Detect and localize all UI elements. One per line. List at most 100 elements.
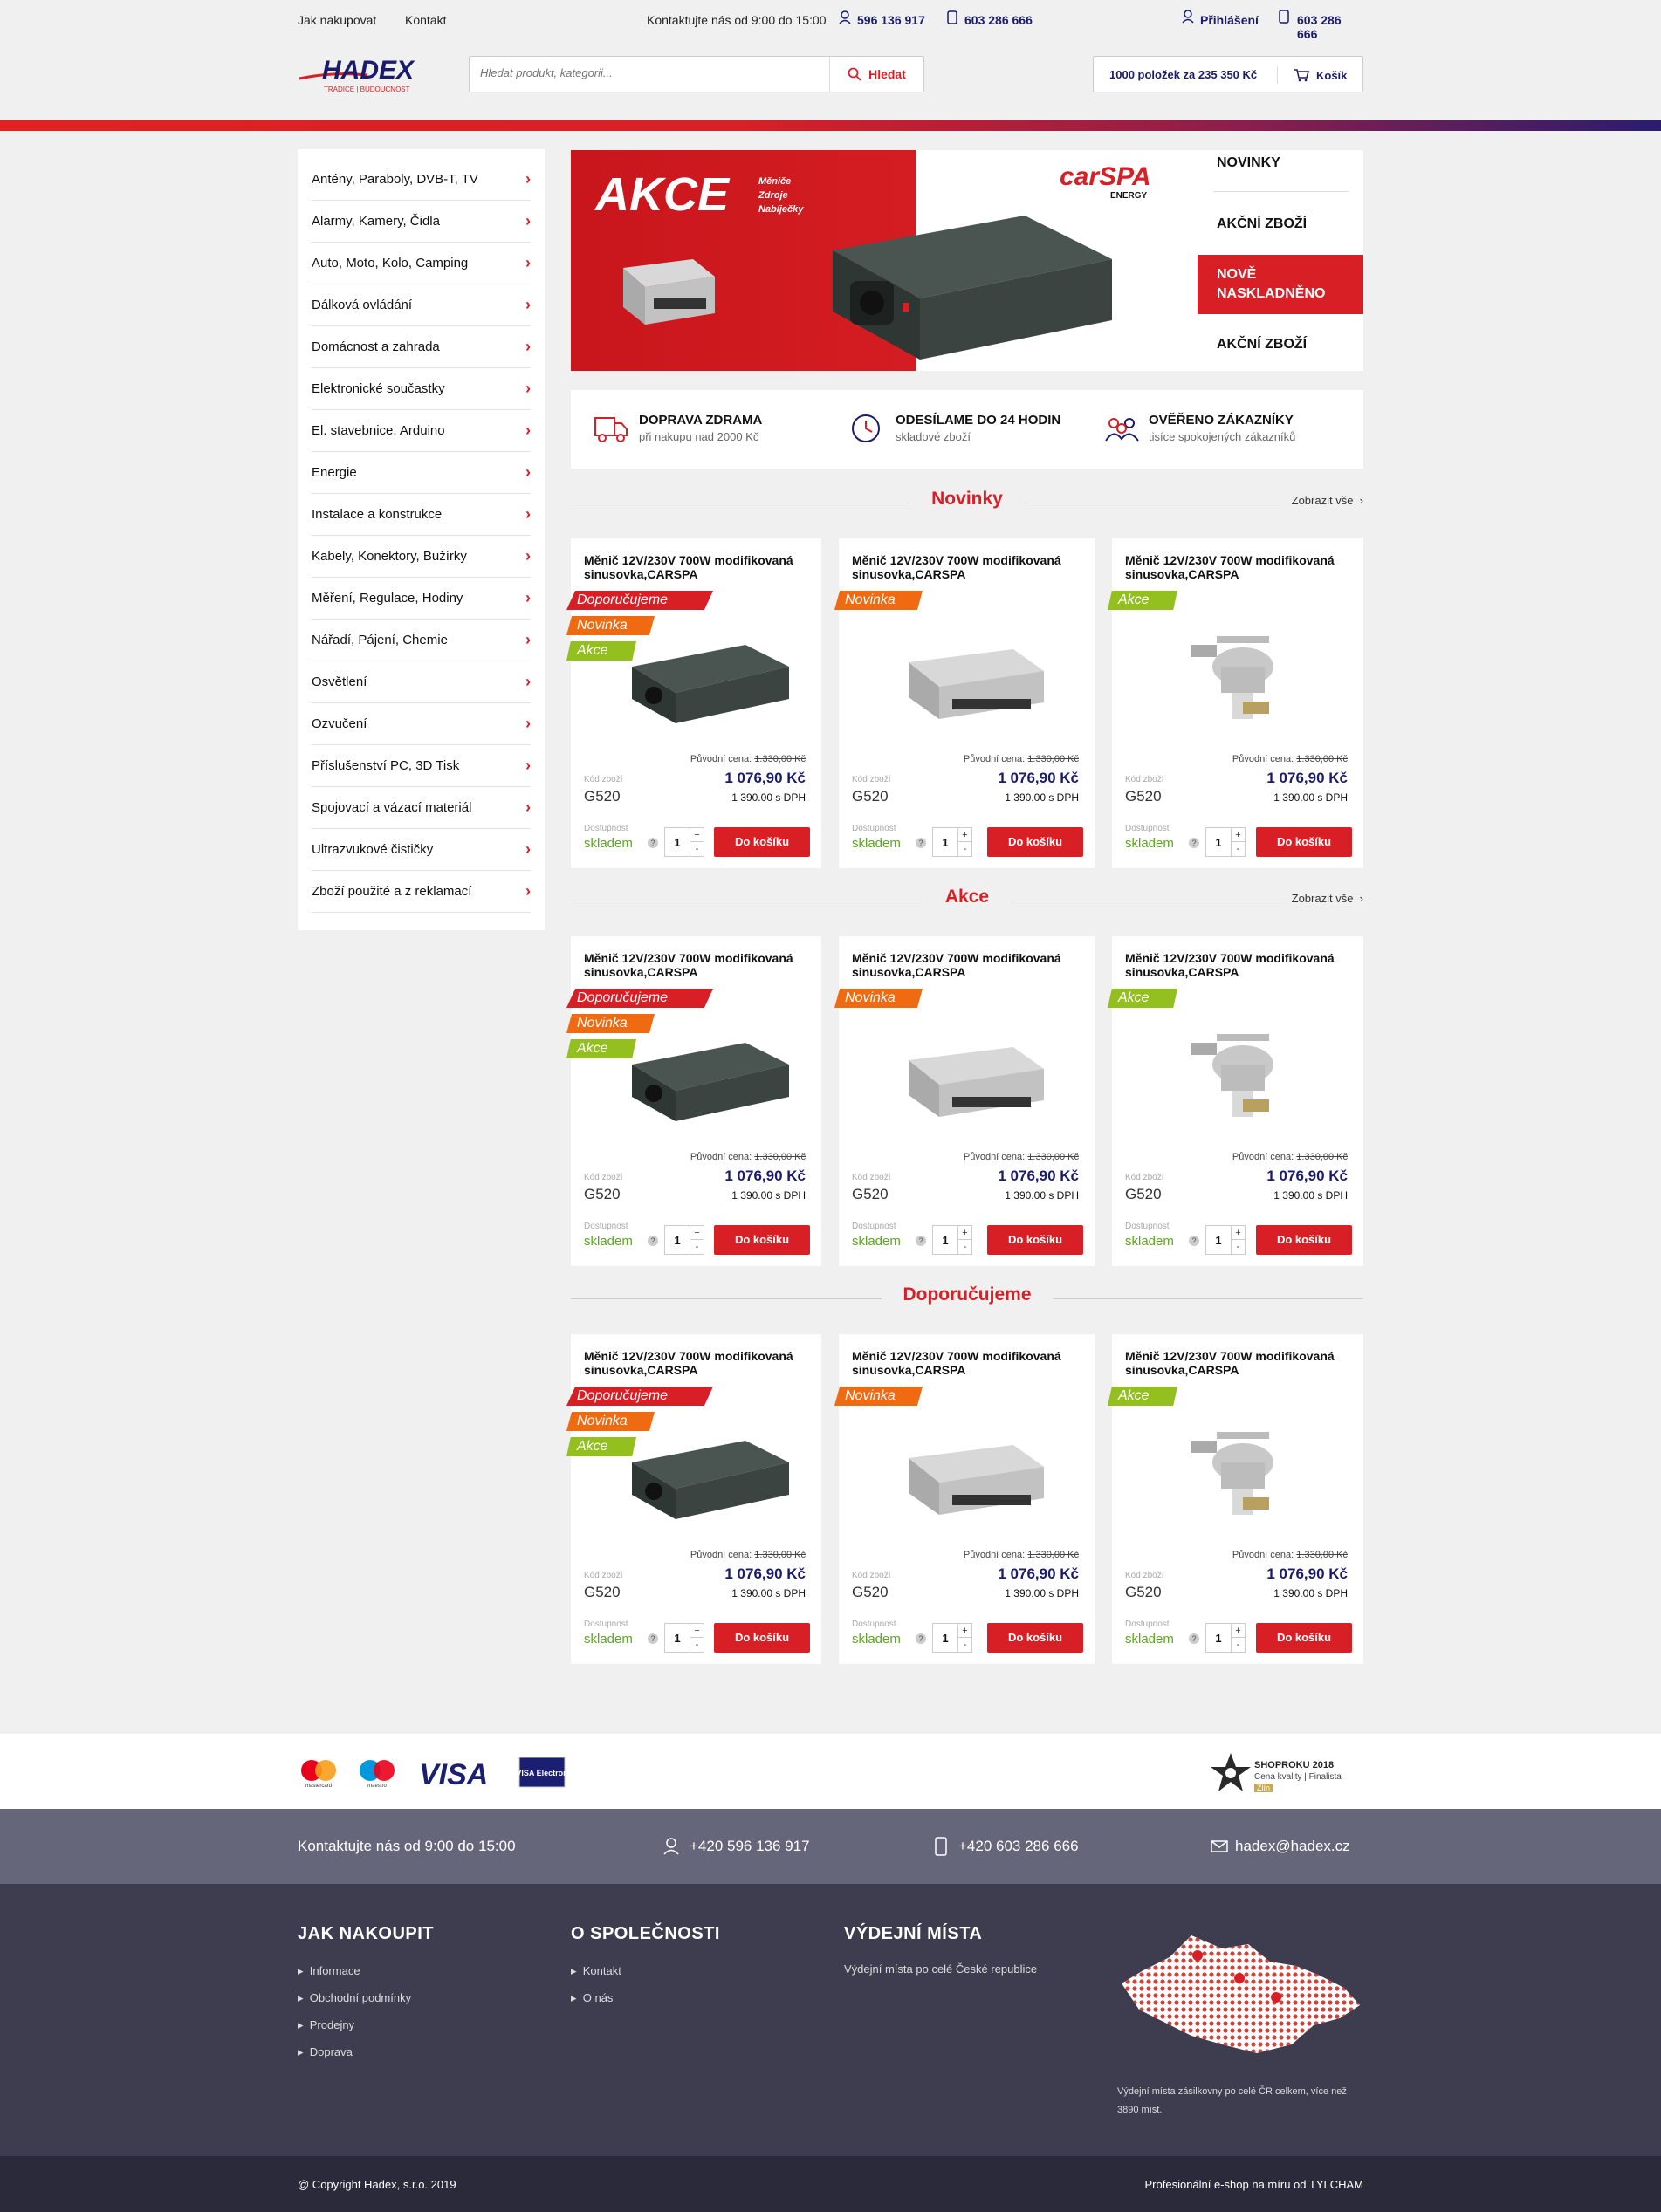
add-to-cart-button[interactable]: Do košíku xyxy=(714,1623,810,1653)
quantity-stepper[interactable]: 1 + - xyxy=(664,827,704,857)
product-name[interactable]: Měnič 12V/230V 700W modifikovaná sinusov… xyxy=(1125,1349,1352,1377)
help-icon[interactable]: ? xyxy=(1189,838,1199,848)
quantity-value[interactable]: 1 xyxy=(933,1632,957,1645)
product-card[interactable]: Měnič 12V/230V 700W modifikovaná sinusov… xyxy=(566,538,821,868)
sidebar-item[interactable]: Dálková ovládání › xyxy=(312,284,531,326)
quantity-stepper[interactable]: 1 + - xyxy=(932,827,972,857)
sidebar-item[interactable]: Alarmy, Kamery, Čidla › xyxy=(312,201,531,243)
footer-link[interactable]: ▸ Doprava xyxy=(298,2045,353,2059)
increment-button[interactable]: + xyxy=(1231,1624,1245,1638)
product-card[interactable]: Měnič 12V/230V 700W modifikovaná sinusov… xyxy=(566,1334,821,1664)
phone-3[interactable]: 603 286 666 xyxy=(1297,13,1363,41)
add-to-cart-button[interactable]: Do košíku xyxy=(987,1225,1083,1255)
czech-map[interactable] xyxy=(1117,1922,1363,2062)
product-image[interactable] xyxy=(1156,1017,1330,1126)
add-to-cart-button[interactable]: Do košíku xyxy=(987,827,1083,857)
show-all-link[interactable]: Zobrazit vše › xyxy=(1284,494,1363,507)
sidebar-item[interactable]: El. stavebnice, Arduino › xyxy=(312,410,531,452)
decrement-button[interactable]: - xyxy=(1231,1638,1245,1652)
quantity-stepper[interactable]: 1 + - xyxy=(664,1623,704,1653)
add-to-cart-button[interactable]: Do košíku xyxy=(1256,827,1352,857)
sidebar-item[interactable]: Spojovací a vázací materiál › xyxy=(312,787,531,829)
login-link[interactable]: Přihlášení xyxy=(1200,13,1259,27)
help-icon[interactable]: ? xyxy=(648,838,658,848)
product-name[interactable]: Měnič 12V/230V 700W modifikovaná sinusov… xyxy=(852,951,1079,979)
banner-nav-item[interactable]: AKČNÍ ZBOŽÍ xyxy=(1217,216,1307,232)
product-image[interactable] xyxy=(882,1414,1057,1524)
quantity-value[interactable]: 1 xyxy=(665,1632,690,1645)
help-icon[interactable]: ? xyxy=(648,1633,658,1644)
credit-link[interactable]: Profesionální e-shop na míru od TYLCHAM xyxy=(1145,2178,1364,2191)
sidebar-item[interactable]: Instalace a konstrukce › xyxy=(312,494,531,536)
help-icon[interactable]: ? xyxy=(648,1236,658,1246)
product-name[interactable]: Měnič 12V/230V 700W modifikovaná sinusov… xyxy=(852,553,1079,581)
quantity-stepper[interactable]: 1 + - xyxy=(932,1225,972,1255)
product-image[interactable] xyxy=(614,619,789,728)
sidebar-item[interactable]: Domácnost a zahrada › xyxy=(312,326,531,368)
quantity-stepper[interactable]: 1 + - xyxy=(1205,827,1246,857)
link-how-to-buy[interactable]: Jak nakupovat xyxy=(298,13,376,27)
decrement-button[interactable]: - xyxy=(957,1240,971,1254)
search-button[interactable]: Hledat xyxy=(829,57,923,92)
decrement-button[interactable]: - xyxy=(690,1638,704,1652)
decrement-button[interactable]: - xyxy=(690,1240,704,1254)
increment-button[interactable]: + xyxy=(957,1226,971,1240)
product-card[interactable]: Měnič 12V/230V 700W modifikovaná sinusov… xyxy=(834,538,1095,868)
banner-nav-item[interactable]: NOVĚ NASKLADNĚNO xyxy=(1217,265,1339,304)
phone-2[interactable]: 603 286 666 xyxy=(964,13,1033,27)
product-image[interactable] xyxy=(882,619,1057,728)
product-image[interactable] xyxy=(614,1414,789,1524)
contact-phone-2[interactable]: +420 603 286 666 xyxy=(958,1838,1079,1855)
product-card[interactable]: Měnič 12V/230V 700W modifikovaná sinusov… xyxy=(566,936,821,1266)
sidebar-item[interactable]: Nářadí, Pájení, Chemie › xyxy=(312,620,531,661)
increment-button[interactable]: + xyxy=(1231,1226,1245,1240)
product-card[interactable]: Měnič 12V/230V 700W modifikovaná sinusov… xyxy=(1108,936,1363,1266)
sidebar-item[interactable]: Antény, Paraboly, DVB-T, TV › xyxy=(312,159,531,201)
phone-1[interactable]: 596 136 917 xyxy=(857,13,925,27)
quantity-value[interactable]: 1 xyxy=(665,1234,690,1247)
product-image[interactable] xyxy=(1156,1414,1330,1524)
increment-button[interactable]: + xyxy=(690,828,704,842)
sidebar-item[interactable]: Zboží použité a z reklamací › xyxy=(312,871,531,913)
help-icon[interactable]: ? xyxy=(916,1236,926,1246)
increment-button[interactable]: + xyxy=(690,1624,704,1638)
footer-link[interactable]: ▸ Informace xyxy=(298,1964,360,1978)
cart-link[interactable]: Košík xyxy=(1277,66,1347,84)
product-image[interactable] xyxy=(882,1017,1057,1126)
product-name[interactable]: Měnič 12V/230V 700W modifikovaná sinusov… xyxy=(1125,553,1352,581)
add-to-cart-button[interactable]: Do košíku xyxy=(714,1225,810,1255)
add-to-cart-button[interactable]: Do košíku xyxy=(714,827,810,857)
product-image[interactable] xyxy=(1156,619,1330,728)
quantity-value[interactable]: 1 xyxy=(933,836,957,849)
sidebar-item[interactable]: Osvětlení › xyxy=(312,661,531,703)
increment-button[interactable]: + xyxy=(957,828,971,842)
quantity-value[interactable]: 1 xyxy=(1206,836,1231,849)
promo-banner[interactable]: AKCE Měniče Zdroje Nabíječky carSPA ENERGY xyxy=(571,150,1198,371)
sidebar-item[interactable]: Měření, Regulace, Hodiny › xyxy=(312,578,531,620)
quantity-stepper[interactable]: 1 + - xyxy=(664,1225,704,1255)
sidebar-item[interactable]: Energie › xyxy=(312,452,531,494)
show-all-link[interactable]: Zobrazit vše › xyxy=(1284,892,1363,905)
add-to-cart-button[interactable]: Do košíku xyxy=(1256,1623,1352,1653)
banner-nav-item[interactable]: AKČNÍ ZBOŽÍ xyxy=(1217,337,1307,353)
product-name[interactable]: Měnič 12V/230V 700W modifikovaná sinusov… xyxy=(1125,951,1352,979)
help-icon[interactable]: ? xyxy=(1189,1236,1199,1246)
sidebar-item[interactable]: Kabely, Konektory, Bužírky › xyxy=(312,536,531,578)
help-icon[interactable]: ? xyxy=(1189,1633,1199,1644)
add-to-cart-button[interactable]: Do košíku xyxy=(1256,1225,1352,1255)
add-to-cart-button[interactable]: Do košíku xyxy=(987,1623,1083,1653)
increment-button[interactable]: + xyxy=(957,1624,971,1638)
help-icon[interactable]: ? xyxy=(916,1633,926,1644)
sidebar-item[interactable]: Elektronické součastky › xyxy=(312,368,531,410)
product-name[interactable]: Měnič 12V/230V 700W modifikovaná sinusov… xyxy=(584,1349,811,1377)
footer-link[interactable]: ▸ Prodejny xyxy=(298,2018,354,2032)
footer-link[interactable]: ▸ Kontakt xyxy=(571,1964,621,1978)
product-card[interactable]: Měnič 12V/230V 700W modifikovaná sinusov… xyxy=(834,1334,1095,1664)
decrement-button[interactable]: - xyxy=(1231,1240,1245,1254)
contact-phone-1[interactable]: +420 596 136 917 xyxy=(690,1838,810,1855)
increment-button[interactable]: + xyxy=(1231,828,1245,842)
product-name[interactable]: Měnič 12V/230V 700W modifikovaná sinusov… xyxy=(584,951,811,979)
cart-box[interactable]: 1000 položek za 235 350 Kč Košík xyxy=(1093,56,1363,92)
quantity-value[interactable]: 1 xyxy=(933,1234,957,1247)
sidebar-item[interactable]: Ozvučení › xyxy=(312,703,531,745)
